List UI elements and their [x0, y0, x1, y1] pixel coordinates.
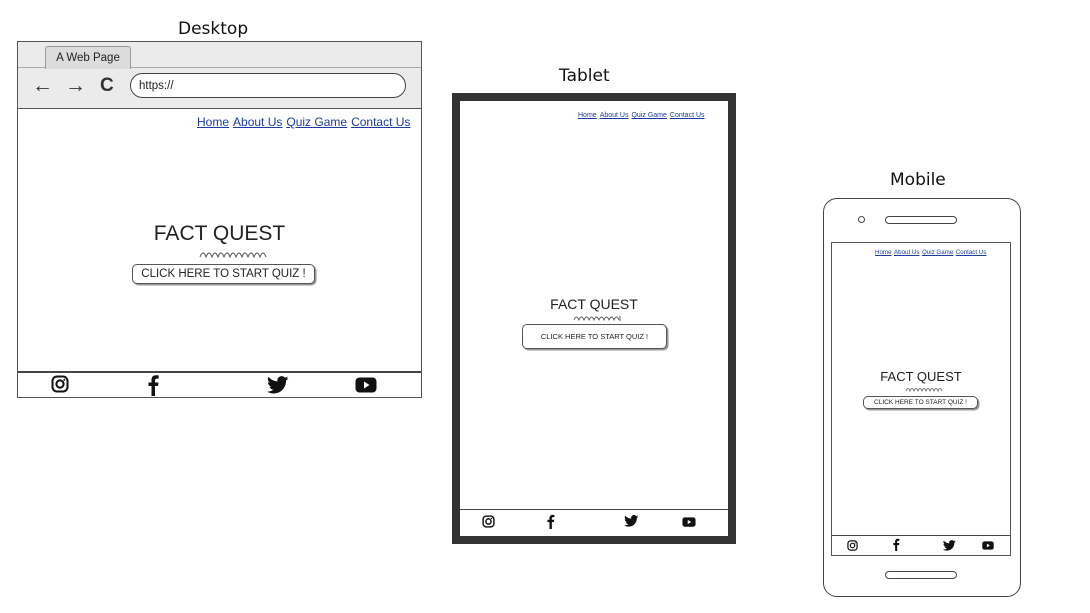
browser-chrome: A Web Page ← → C https://	[18, 42, 421, 109]
nav-about-link[interactable]: About Us	[600, 112, 629, 119]
hero-title: FACT QUEST	[880, 369, 962, 384]
hero-title: FACT QUEST	[153, 222, 286, 245]
facebook-icon[interactable]	[546, 514, 555, 529]
facebook-icon[interactable]	[147, 374, 159, 396]
tablet-footer	[460, 511, 728, 535]
hero-title: FACT QUEST	[550, 296, 638, 312]
twitter-icon[interactable]	[267, 376, 289, 394]
mobile-nav: Home About Us Quiz Game Contact Us	[875, 249, 986, 256]
start-quiz-button[interactable]: CLICK HERE TO START QUIZ !	[522, 324, 667, 349]
tablet-nav: Home About Us Quiz Game Contact Us	[578, 112, 705, 119]
nav-home-link[interactable]: Home	[875, 249, 892, 256]
scribble-decoration	[905, 388, 943, 393]
nav-contact-link[interactable]: Contact Us	[956, 249, 987, 256]
forward-arrow-icon[interactable]: →	[65, 75, 86, 96]
nav-quiz-link[interactable]: Quiz Game	[922, 249, 953, 256]
youtube-icon[interactable]	[355, 377, 377, 393]
browser-tab[interactable]: A Web Page	[45, 46, 131, 69]
mobile-caption: Mobile	[890, 170, 946, 190]
nav-about-link[interactable]: About Us	[894, 249, 919, 256]
nav-home-link[interactable]: Home	[197, 115, 229, 129]
mobile-footer	[832, 537, 1010, 555]
desktop-nav: Home About Us Quiz Game Contact Us	[197, 115, 410, 129]
instagram-icon[interactable]	[847, 540, 858, 551]
camera-dot	[858, 216, 865, 223]
back-arrow-icon[interactable]: ←	[32, 75, 53, 96]
instagram-icon[interactable]	[482, 515, 495, 528]
tablet-wireframe: Home About Us Quiz Game Contact Us FACT …	[452, 93, 736, 544]
speaker-slot	[885, 216, 957, 224]
scribble-decoration	[573, 316, 621, 322]
youtube-icon[interactable]	[982, 541, 994, 550]
nav-home-link[interactable]: Home	[578, 112, 597, 119]
desktop-caption: Desktop	[178, 19, 249, 39]
facebook-icon[interactable]	[892, 538, 900, 551]
nav-quiz-link[interactable]: Quiz Game	[286, 115, 347, 129]
reload-icon[interactable]: C	[100, 76, 114, 96]
start-quiz-button[interactable]: CLICK HERE TO START QUIZ !	[863, 396, 978, 409]
home-button-slot	[885, 571, 957, 579]
nav-quiz-link[interactable]: Quiz Game	[631, 112, 666, 119]
mobile-screen: Home About Us Quiz Game Contact Us FACT …	[831, 242, 1011, 556]
nav-contact-link[interactable]: Contact Us	[670, 112, 705, 119]
desktop-wireframe: A Web Page ← → C https:// Home About Us …	[17, 41, 422, 398]
desktop-footer	[18, 373, 421, 397]
address-bar[interactable]: https://	[130, 73, 406, 98]
twitter-icon[interactable]	[624, 515, 639, 527]
mobile-wireframe: Home About Us Quiz Game Contact Us FACT …	[823, 198, 1021, 597]
start-quiz-button[interactable]: CLICK HERE TO START QUIZ !	[132, 264, 315, 284]
mobile-footer-divider	[832, 535, 1010, 537]
nav-contact-link[interactable]: Contact Us	[351, 115, 410, 129]
instagram-icon[interactable]	[51, 375, 69, 393]
youtube-icon[interactable]	[682, 517, 696, 527]
tablet-caption: Tablet	[559, 66, 610, 86]
twitter-icon[interactable]	[943, 540, 956, 551]
nav-about-link[interactable]: About Us	[233, 115, 282, 129]
scribble-decoration	[199, 252, 267, 259]
